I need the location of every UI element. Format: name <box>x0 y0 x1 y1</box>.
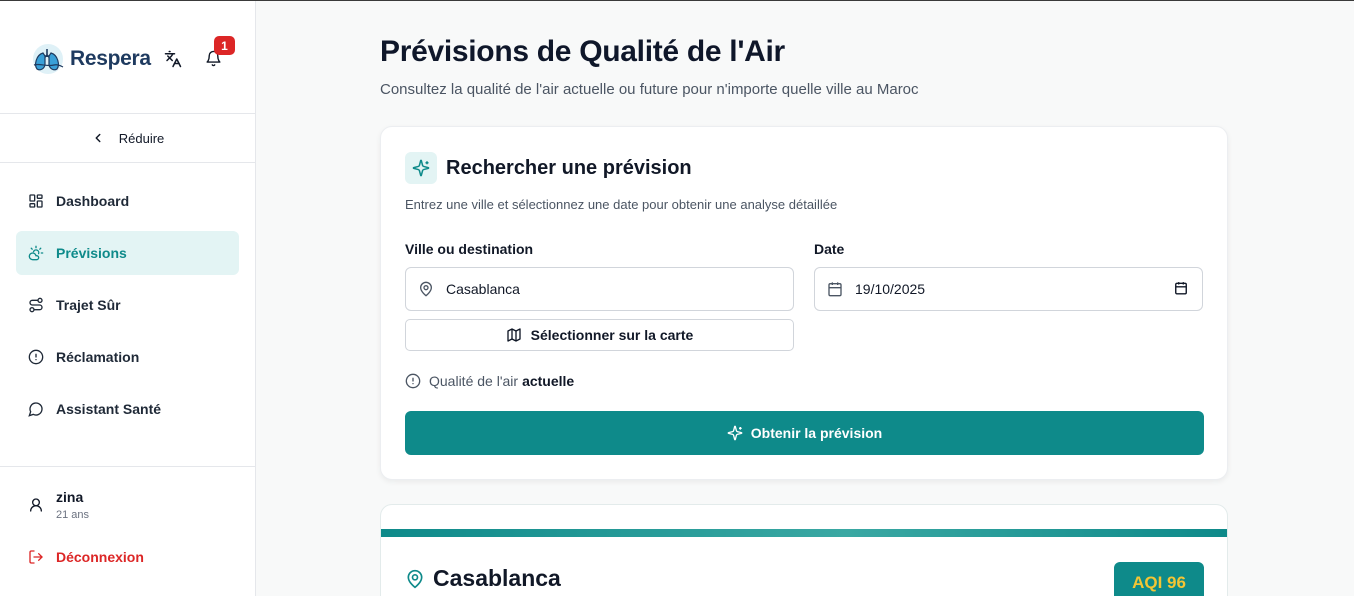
calendar-picker-icon[interactable] <box>1174 281 1188 298</box>
route-icon <box>29 297 43 313</box>
collapse-label: Réduire <box>118 130 165 146</box>
sidebar-item-label: Trajet Sûr <box>56 297 121 313</box>
info-circle-icon <box>405 373 421 389</box>
chevron-left-icon <box>95 133 101 143</box>
translate-icon <box>164 50 182 68</box>
brand-row: Respera 1 <box>0 1 255 114</box>
result-city-name: Casablanca <box>433 565 561 591</box>
user-icon <box>30 498 42 512</box>
get-forecast-button[interactable]: Obtenir la prévision <box>405 411 1204 455</box>
sidebar: Respera 1 Réduire Dashboard Prévisions T… <box>0 1 256 596</box>
map-icon <box>507 328 521 342</box>
aqi-badge: AQI 96 <box>1114 562 1204 596</box>
city-input-value: Casablanca <box>446 281 520 297</box>
sidebar-item-reclamation[interactable]: Réclamation <box>16 335 239 379</box>
chat-icon <box>28 402 43 417</box>
map-pin-icon <box>418 281 434 297</box>
calendar-icon <box>827 281 843 297</box>
sparkles-icon <box>412 159 430 177</box>
city-label: Ville ou destination <box>405 241 534 257</box>
weather-icon <box>28 245 44 261</box>
page-title: Prévisions de Qualité de l'Air <box>380 35 785 68</box>
search-forecast-card: Rechercher une prévision Entrez une vill… <box>380 126 1228 480</box>
sidebar-item-previsions[interactable]: Prévisions <box>16 231 239 275</box>
sidebar-item-dashboard[interactable]: Dashboard <box>16 179 239 223</box>
sidebar-nav: Dashboard Prévisions Trajet Sûr Réclamat… <box>16 179 239 439</box>
sidebar-item-label: Assistant Santé <box>56 401 162 417</box>
sidebar-item-trajet-sur[interactable]: Trajet Sûr <box>16 283 239 327</box>
language-button[interactable] <box>162 48 184 70</box>
select-on-map-button[interactable]: Sélectionner sur la carte <box>405 319 794 351</box>
air-quality-note: Qualité de l'air actuelle <box>405 373 574 389</box>
map-pin-icon <box>407 569 423 588</box>
logout-label: Déconnexion <box>56 549 144 565</box>
note-emphasis: actuelle <box>522 373 575 389</box>
app-logo[interactable]: Respera <box>30 41 151 77</box>
date-input-value: 19/10/2025 <box>855 281 926 297</box>
collapse-sidebar-button[interactable]: Réduire <box>0 114 255 163</box>
logout-button[interactable]: Déconnexion <box>28 549 144 565</box>
sidebar-footer: zina 21 ans Déconnexion <box>0 466 255 565</box>
date-label: Date <box>814 241 845 257</box>
user-profile[interactable]: zina 21 ans <box>28 489 89 521</box>
card-title: Rechercher une prévision <box>446 157 692 179</box>
sidebar-item-label: Dashboard <box>56 193 130 209</box>
lungs-logo-icon <box>33 44 64 74</box>
logout-icon <box>29 550 43 564</box>
date-input[interactable]: 19/10/2025 <box>814 267 1203 311</box>
page-subtitle: Consultez la qualité de l'air actuelle o… <box>380 81 919 98</box>
notification-count-badge: 1 <box>214 36 235 55</box>
map-button-label: Sélectionner sur la carte <box>530 327 694 343</box>
sidebar-item-label: Prévisions <box>56 245 127 261</box>
sparkles-icon <box>727 425 743 441</box>
sidebar-item-label: Réclamation <box>56 349 140 365</box>
card-description: Entrez une ville et sélectionnez une dat… <box>405 197 838 212</box>
city-input[interactable]: Casablanca <box>405 267 794 311</box>
user-age: 21 ans <box>56 509 90 521</box>
alert-circle-icon <box>28 349 44 365</box>
brand-name: Respera <box>70 47 151 70</box>
submit-label: Obtenir la prévision <box>750 425 883 441</box>
dashboard-icon <box>29 194 43 208</box>
result-accent-stripe <box>381 529 1227 537</box>
forecast-result-card: Casablanca AQI 96 <box>380 504 1228 596</box>
user-name: zina <box>56 489 84 505</box>
note-prefix: Qualité de l'air <box>429 373 519 389</box>
result-city: Casablanca <box>405 565 561 592</box>
sidebar-item-assistant-sante[interactable]: Assistant Santé <box>16 387 239 431</box>
card-icon-container <box>405 152 437 184</box>
